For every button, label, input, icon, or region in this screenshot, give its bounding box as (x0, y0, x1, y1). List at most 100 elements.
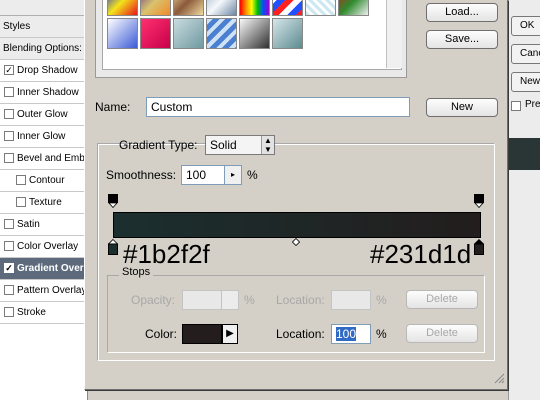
list-top-strip (0, 0, 88, 16)
opacity-label: Opacity: (131, 293, 176, 307)
delete-button-opacity: Delete (406, 290, 478, 309)
layer-style-list: StylesBlending Options: Default✓Drop Sha… (0, 0, 88, 400)
gradient-preset-swatch[interactable] (206, 18, 237, 49)
save-button[interactable]: Save... (426, 30, 498, 49)
gradient-preset-swatch[interactable] (107, 0, 138, 16)
smoothness-slider-arrow-icon[interactable]: ▸ (224, 165, 242, 185)
style-item-label: Bevel and Emboss (17, 153, 88, 164)
gradient-preset-swatch[interactable] (272, 0, 303, 16)
gradient-preset-swatch[interactable] (338, 0, 369, 16)
style-item-checkbox[interactable] (4, 131, 14, 141)
name-input[interactable]: Custom (146, 97, 410, 117)
style-item[interactable]: Satin (0, 214, 88, 236)
gradient-preset-swatch[interactable] (239, 18, 270, 49)
style-item-label: Contour (29, 175, 65, 186)
gradient-preset-swatch[interactable] (107, 18, 138, 49)
style-item-checkbox[interactable]: ✓ (4, 65, 14, 75)
style-item-label: Pattern Overlay (17, 285, 87, 296)
opacity-stop-left-icon[interactable] (108, 194, 118, 208)
preview-label: Preview (525, 99, 540, 110)
style-item[interactable]: ✓Gradient Overlay (0, 258, 88, 280)
style-item[interactable]: Styles (0, 16, 88, 38)
style-item-checkbox[interactable] (16, 175, 26, 185)
gradient-preset-swatch[interactable] (272, 18, 303, 49)
style-item-checkbox[interactable] (4, 285, 14, 295)
style-item-label: Drop Shadow (17, 65, 78, 76)
style-item-label: Color Overlay (17, 241, 79, 252)
gradient-preset-swatch[interactable] (173, 18, 204, 49)
color-stop-left-icon[interactable] (108, 239, 118, 255)
style-item[interactable]: Color Overlay (0, 236, 88, 258)
style-item-checkbox[interactable]: ✓ (4, 263, 14, 273)
updown-arrows-icon[interactable]: ▲ ▼ (261, 136, 274, 154)
style-item-checkbox[interactable] (4, 241, 14, 251)
style-item-label: Outer Glow (17, 109, 68, 120)
style-item[interactable]: ✓ Drop Shadow (0, 60, 88, 82)
location-unit-disabled: % (376, 293, 387, 307)
location-value-selected: 100 (336, 327, 357, 341)
style-item-label: Gradient Overlay (17, 263, 88, 274)
style-item[interactable]: Outer Glow (0, 104, 88, 126)
color-stop-right-icon[interactable] (474, 239, 484, 255)
name-label: Name: (95, 100, 131, 114)
style-item[interactable]: Contour (0, 170, 88, 192)
new-style-button[interactable]: New Style... (511, 72, 540, 92)
style-item[interactable]: Stroke (0, 302, 88, 324)
gradient-preset-swatch[interactable] (140, 0, 171, 16)
style-item[interactable]: Inner Glow (0, 126, 88, 148)
gradient-preview-bar[interactable] (113, 212, 481, 238)
location-input[interactable]: 100 (331, 324, 371, 344)
style-item[interactable]: Texture (0, 192, 88, 214)
color-label: Color: (145, 327, 178, 341)
color-stop-left-hex: #1b2f2f (123, 239, 210, 269)
color-stop-right-hex: #231d1d (370, 239, 472, 269)
cancel-button[interactable]: Cancel (511, 44, 540, 64)
style-item[interactable]: Pattern Overlay (0, 280, 88, 302)
ok-button[interactable]: OK (511, 16, 540, 36)
load-button[interactable]: Load... (426, 3, 498, 22)
resize-grip-icon[interactable] (493, 372, 505, 384)
gradient-type-value: Solid (210, 138, 237, 152)
smoothness-unit: % (247, 168, 258, 182)
style-item-label: Texture (29, 197, 62, 208)
style-item-checkbox[interactable] (4, 87, 14, 97)
color-swatch[interactable] (182, 324, 222, 344)
gradient-editor-dialog: Load... Save... Name: Custom New Gradien… (84, 0, 508, 390)
style-item-label: Blending Options: Default (3, 43, 88, 54)
presets-list[interactable] (102, 0, 402, 70)
opacity-slider-button (221, 290, 239, 310)
opacity-input (182, 290, 222, 310)
location-unit: % (376, 327, 387, 341)
color-menu-arrow-icon[interactable]: ▶ (222, 324, 238, 344)
style-item-label: Satin (17, 219, 40, 230)
smoothness-input[interactable]: 100 (181, 165, 225, 185)
opacity-stop-right-icon[interactable] (474, 194, 484, 208)
style-item-label: Inner Shadow (17, 87, 79, 98)
location-input-disabled (331, 290, 371, 310)
style-item-checkbox[interactable] (4, 153, 14, 163)
style-item[interactable]: Bevel and Emboss (0, 148, 88, 170)
gradient-preset-swatch[interactable] (206, 0, 237, 16)
gradient-preset-swatch[interactable] (305, 0, 336, 16)
style-item-checkbox[interactable] (16, 197, 26, 207)
style-item[interactable]: Blending Options: Default (0, 38, 88, 60)
style-item-checkbox[interactable] (4, 307, 14, 317)
smoothness-label: Smoothness: (106, 168, 177, 182)
style-item-label: Inner Glow (17, 131, 66, 142)
new-button[interactable]: New (426, 98, 498, 117)
style-item-checkbox[interactable] (4, 219, 14, 229)
midpoint-diamond-icon[interactable] (292, 238, 300, 246)
style-item[interactable]: Inner Shadow (0, 82, 88, 104)
stops-group-label: Stops (119, 266, 154, 278)
gradient-preset-swatch[interactable] (140, 18, 171, 49)
style-item-label: Stroke (17, 307, 46, 318)
gradient-preset-swatch[interactable] (173, 0, 204, 16)
gradient-type-label: Gradient Type: (119, 138, 198, 152)
opacity-unit: % (244, 293, 255, 307)
style-item-checkbox[interactable] (4, 109, 14, 119)
delete-button-color: Delete (406, 324, 478, 343)
gradient-preset-swatch[interactable] (239, 0, 270, 16)
presets-scrollbar[interactable] (386, 0, 402, 68)
presets-group (95, 0, 407, 78)
style-item-label: Styles (3, 21, 31, 32)
